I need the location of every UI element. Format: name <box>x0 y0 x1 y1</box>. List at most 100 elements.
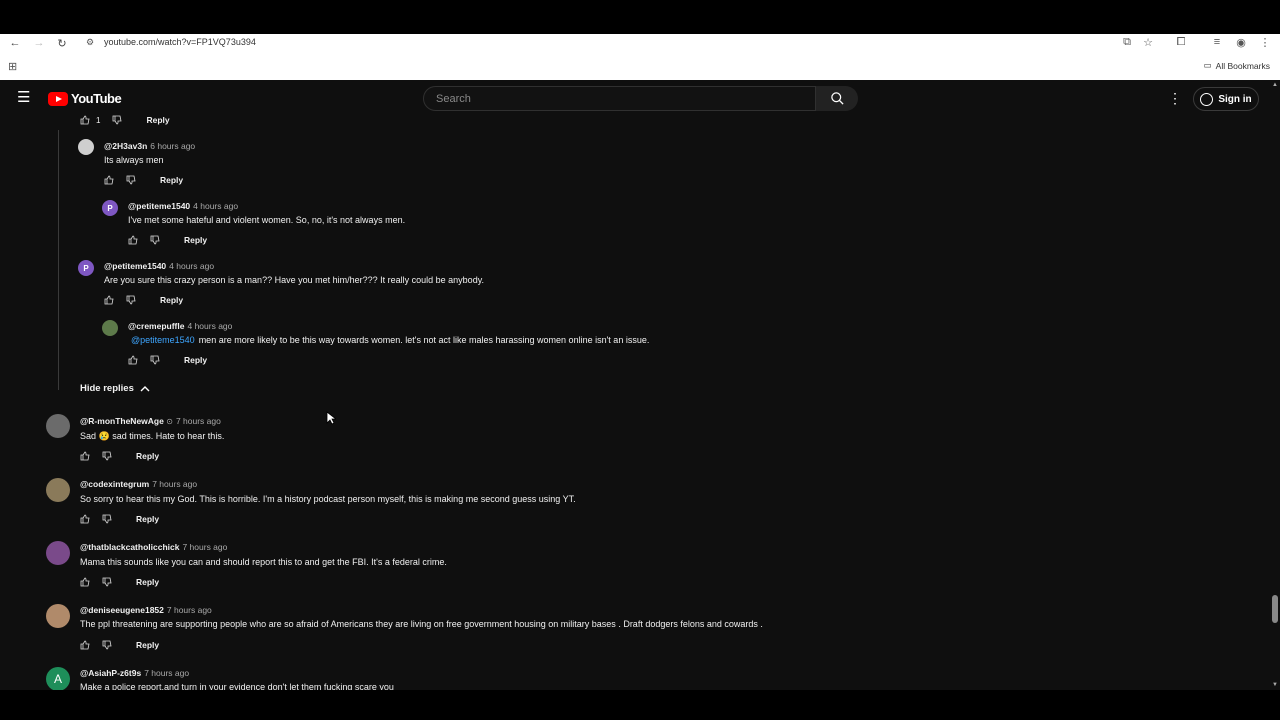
comment-time[interactable]: 7 hours ago <box>176 416 221 426</box>
avatar[interactable] <box>46 414 70 438</box>
thread-line <box>58 130 59 390</box>
install-icon[interactable]: ⧉ <box>1120 36 1134 49</box>
comment-text: So sorry to hear this my God. This is ho… <box>80 494 576 504</box>
comment-actions: Reply <box>80 577 159 587</box>
menu-icon[interactable]: ⋮ <box>1258 36 1272 49</box>
hide-replies-button[interactable]: Hide replies <box>80 383 150 394</box>
comment-actions: 1 Reply <box>80 115 170 125</box>
extensions-icon[interactable]: ⧠ <box>1174 36 1188 49</box>
hamburger-menu-icon[interactable]: ☰ <box>17 90 31 105</box>
reply-button[interactable]: Reply <box>136 451 159 461</box>
youtube-logo[interactable]: YouTube <box>48 91 122 106</box>
verified-icon: ⊙ <box>166 417 173 426</box>
comment-actions: Reply <box>104 295 183 305</box>
settings-kebab-icon[interactable]: ⋮ <box>1168 90 1182 107</box>
reply-button[interactable]: Reply <box>184 235 207 245</box>
folder-icon: ▭ <box>1203 60 1212 70</box>
comment-text: @petiteme1540 men are more likely to be t… <box>131 335 649 345</box>
comment-time[interactable]: 4 hours ago <box>169 261 214 271</box>
dislike-icon[interactable] <box>102 640 112 650</box>
like-icon[interactable] <box>104 295 114 305</box>
avatar[interactable] <box>46 604 70 628</box>
comment-author[interactable]: @petiteme1540 <box>104 261 166 271</box>
dislike-icon[interactable] <box>112 115 122 125</box>
dislike-icon[interactable] <box>126 295 136 305</box>
scroll-up-icon[interactable]: ▲ <box>1272 82 1278 88</box>
comment-time[interactable]: 7 hours ago <box>144 668 189 678</box>
avatar[interactable]: P <box>78 260 94 276</box>
bookmarks-bar: ⊞ ▭ All Bookmarks <box>0 56 1280 76</box>
all-bookmarks[interactable]: ▭ All Bookmarks <box>1204 60 1270 71</box>
url-bar[interactable]: youtube.com/watch?v=FP1VQ73u394 <box>104 37 256 47</box>
scrollbar[interactable]: ▲ ▼ <box>1270 80 1280 690</box>
forward-icon[interactable]: → <box>32 36 46 50</box>
comment-text: Are you sure this crazy person is a man?… <box>104 275 485 285</box>
comment-author[interactable]: @AsiahP-z6t9s <box>80 668 141 678</box>
comment-actions: Reply <box>80 514 159 524</box>
comment-author[interactable]: @petiteme1540 <box>128 201 190 211</box>
comment-time[interactable]: 4 hours ago <box>187 321 232 331</box>
sign-in-label: Sign in <box>1218 93 1252 105</box>
dislike-icon[interactable] <box>102 577 112 587</box>
dislike-icon[interactable] <box>126 175 136 185</box>
comment-author[interactable]: @codexintegrum <box>80 479 149 489</box>
comment-actions: Reply <box>128 355 207 365</box>
like-icon[interactable] <box>128 235 138 245</box>
comment-actions: Reply <box>80 640 159 650</box>
apps-grid-icon[interactable]: ⊞ <box>8 60 17 73</box>
comment-author[interactable]: @cremepuffle <box>128 321 184 331</box>
sign-in-button[interactable]: Sign in <box>1193 87 1259 111</box>
comment-author[interactable]: @R-monTheNewAge <box>80 416 164 426</box>
search-input[interactable] <box>424 87 815 110</box>
profile-icon[interactable]: ◉ <box>1234 36 1248 49</box>
comment-text: I've met some hateful and violent women.… <box>128 215 406 225</box>
play-logo-icon <box>48 91 68 106</box>
avatar[interactable] <box>102 320 118 336</box>
scroll-down-icon[interactable]: ▼ <box>1272 682 1278 688</box>
avatar[interactable]: P <box>102 200 118 216</box>
avatar[interactable] <box>78 139 94 155</box>
reply-button[interactable]: Reply <box>184 355 207 365</box>
dislike-icon[interactable] <box>150 235 160 245</box>
search-box <box>423 86 816 111</box>
dislike-icon[interactable] <box>102 451 112 461</box>
comment-author[interactable]: @2H3av3n <box>104 141 147 151</box>
comment-time[interactable]: 4 hours ago <box>193 201 238 211</box>
reply-button[interactable]: Reply <box>146 115 169 125</box>
comment-author[interactable]: @thatblackcatholicchick <box>80 542 179 552</box>
like-icon[interactable] <box>80 451 90 461</box>
reload-icon[interactable]: ↻ <box>55 36 69 50</box>
chevron-up-icon <box>140 386 150 392</box>
site-info-icon[interactable]: ⚙ <box>86 37 94 48</box>
mention-link[interactable]: @petiteme1540 <box>131 335 195 345</box>
comment-time[interactable]: 7 hours ago <box>152 479 197 489</box>
reply-button[interactable]: Reply <box>160 295 183 305</box>
comment-meta: @codexintegrum 7 hours ago <box>80 479 197 489</box>
comment-time[interactable]: 7 hours ago <box>167 605 212 615</box>
reply-button[interactable]: Reply <box>136 514 159 524</box>
avatar[interactable] <box>46 541 70 565</box>
dislike-icon[interactable] <box>102 514 112 524</box>
scrollbar-thumb[interactable] <box>1272 595 1278 623</box>
comment-author[interactable]: @deniseeugene1852 <box>80 605 164 615</box>
like-icon[interactable] <box>128 355 138 365</box>
browser-chrome: ← → ↻ ⚙ youtube.com/watch?v=FP1VQ73u394 … <box>0 34 1280 80</box>
avatar[interactable]: A <box>46 667 70 690</box>
like-icon[interactable] <box>80 115 90 125</box>
like-icon[interactable] <box>80 514 90 524</box>
avatar[interactable] <box>46 478 70 502</box>
like-icon[interactable] <box>80 640 90 650</box>
comment-time[interactable]: 7 hours ago <box>182 542 227 552</box>
bookmark-star-icon[interactable]: ☆ <box>1141 36 1155 49</box>
back-icon[interactable]: ← <box>8 36 22 50</box>
search-button[interactable] <box>816 86 858 111</box>
media-icon[interactable]: ≡ <box>1210 36 1224 48</box>
reply-button[interactable]: Reply <box>136 577 159 587</box>
comment-time[interactable]: 6 hours ago <box>150 141 195 151</box>
reply-button[interactable]: Reply <box>160 175 183 185</box>
reply-button[interactable]: Reply <box>136 640 159 650</box>
dislike-icon[interactable] <box>150 355 160 365</box>
like-icon[interactable] <box>80 577 90 587</box>
comment-meta: @cremepuffle 4 hours ago <box>128 321 232 331</box>
like-icon[interactable] <box>104 175 114 185</box>
